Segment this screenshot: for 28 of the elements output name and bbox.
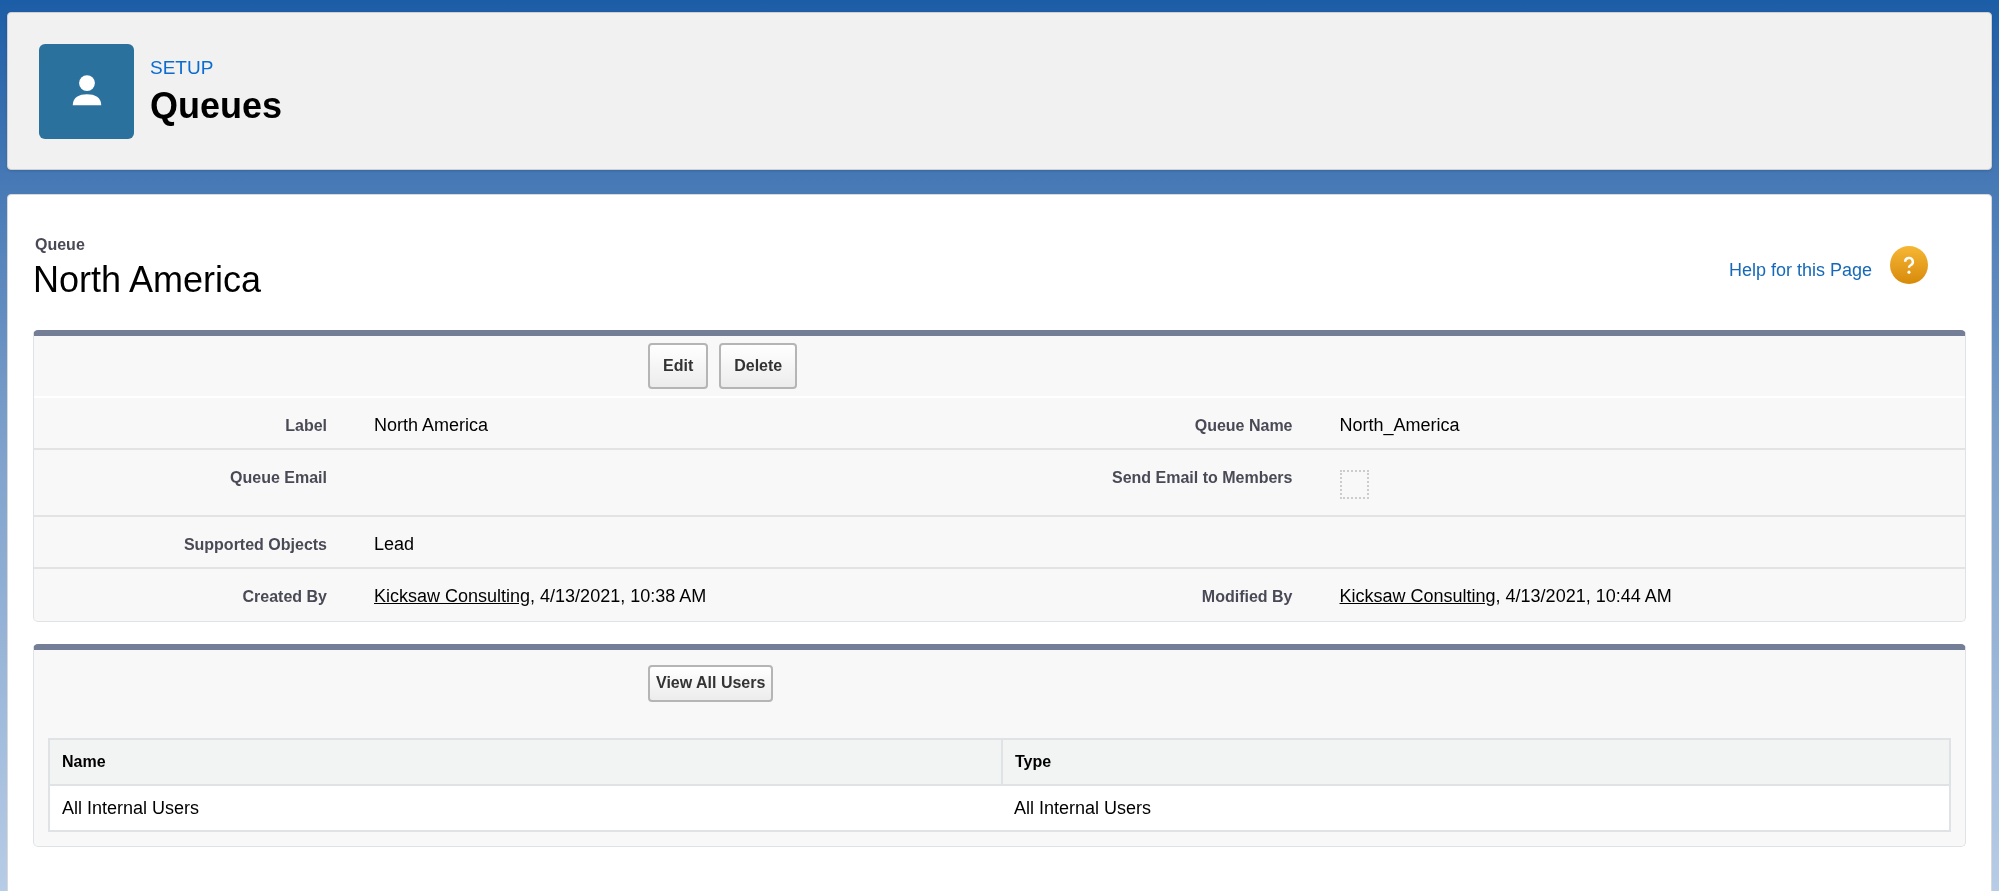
column-header: Name: [49, 739, 1002, 785]
record-type: Queue: [35, 235, 86, 255]
field-label: Label: [285, 417, 327, 434]
field-label: Modified By: [1201, 588, 1293, 605]
action-button[interactable]: Delete: [719, 343, 798, 389]
column-header: Type: [1002, 739, 1950, 785]
table-cell: All Internal Users: [1002, 785, 1950, 831]
field-value: North_America: [1339, 415, 1460, 435]
action-button[interactable]: Edit: [648, 343, 709, 389]
table-cell: All Internal Users: [49, 785, 1002, 831]
field-value: Kicksaw Consulting, 4/13/2021, 10:38 AM: [374, 586, 707, 606]
field-label: Queue Email: [230, 469, 327, 486]
field-label: Supported Objects: [183, 536, 327, 553]
person-icon: [39, 43, 134, 139]
page-title: Queues: [150, 83, 283, 128]
help-icon[interactable]: [1890, 245, 1928, 284]
record-name: North America: [33, 258, 262, 302]
field-value: Lead: [374, 534, 415, 554]
help-link[interactable]: Help for this Page: [1728, 257, 1872, 284]
field-label: Created By: [242, 588, 327, 605]
field-value: Kicksaw Consulting, 4/13/2021, 10:44 AM: [1339, 586, 1672, 606]
field-label: Send Email to Members: [1112, 469, 1293, 486]
field-value: North America: [374, 415, 489, 435]
user-link[interactable]: Kicksaw Consulting: [1339, 586, 1496, 606]
header-eyebrow: SETUP: [150, 56, 215, 81]
user-link[interactable]: Kicksaw Consulting: [374, 586, 531, 606]
view-all-users-button[interactable]: View All Users: [648, 664, 774, 702]
field-label: Queue Name: [1194, 417, 1293, 434]
